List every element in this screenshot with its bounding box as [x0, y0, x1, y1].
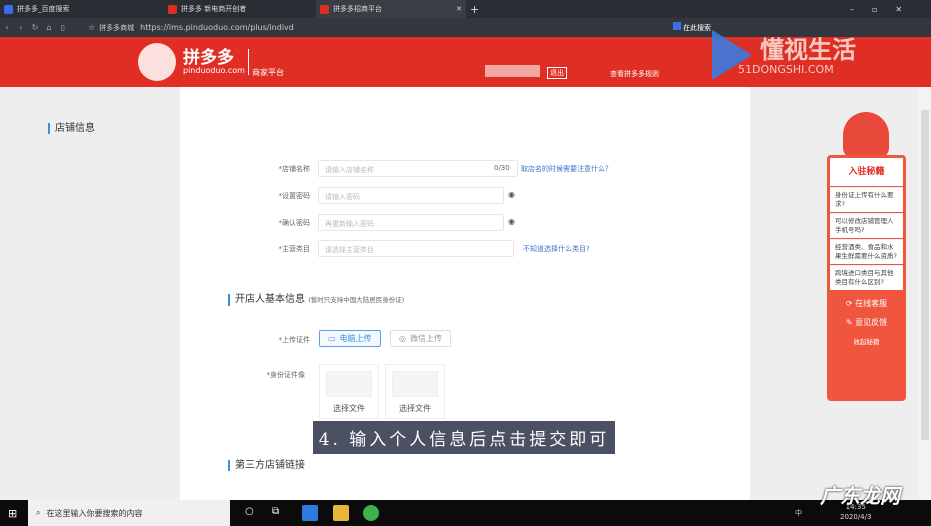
password-label: *设置密码	[278, 192, 311, 200]
confirm-password-input[interactable]: 再重新输入密码	[318, 214, 504, 231]
char-count: 0/30	[494, 164, 510, 172]
category-help-link[interactable]: 不知道选择什么类目?	[523, 244, 590, 254]
blurred-username	[485, 65, 540, 77]
site-header: 拼多多 pinduoduo.com 商家平台 退出 查看拼多多规则 懂视生活 5…	[0, 30, 931, 87]
tab-pdd-home[interactable]: 拼多多 新电商开创者	[168, 0, 316, 18]
rules-link[interactable]: 查看拼多多规则	[610, 69, 659, 79]
reader-icon[interactable]: ▯	[56, 23, 70, 32]
tab-label: 拼多多_百度搜索	[17, 5, 70, 13]
eye-toggle-icon[interactable]: ◉	[508, 190, 515, 199]
taskbar-search-placeholder: 在这里输入你要搜索的内容	[46, 508, 143, 518]
divider	[248, 49, 249, 75]
platform-label: 商家平台	[252, 68, 284, 77]
search-label: 在此搜索	[683, 24, 711, 32]
tab-label: 拼多多招商平台	[333, 5, 382, 13]
tab-favicon	[168, 4, 177, 14]
minimize-icon[interactable]: –	[850, 5, 854, 14]
collapse-widget-button[interactable]: 收起秘籍	[827, 336, 906, 346]
id-back-upload[interactable]: 选择文件	[385, 364, 445, 419]
online-service-button[interactable]: ⟳ 在线客服	[827, 298, 906, 309]
upload-wechat-label: 微信上传	[409, 334, 442, 343]
logo-domain: pinduoduo.com	[183, 66, 245, 75]
tip-question[interactable]: 跨境进口类目与其他类目有什么区别?	[830, 265, 903, 290]
tab-favicon	[4, 4, 13, 14]
watermark-domain: 51DONGSHI.COM	[738, 63, 834, 76]
browser-tab-bar: 拼多多_百度搜索 拼多多 新电商开创者 拼多多招商平台 ✕ + – ▫ ✕	[0, 0, 931, 18]
watermark-brand: 懂视生活	[760, 36, 856, 64]
shop-name-input[interactable]: 请输入店铺名称	[318, 160, 518, 177]
owner-note: (暂时只支持中国大陆居民身份证)	[308, 296, 405, 304]
tips-widget: 入驻秘籍 身份证上传有什么要求? 可以修改店铺管理人手机号吗? 经营酒类、食品和…	[827, 155, 906, 401]
video-caption: 4. 输入个人信息后点击提交即可	[313, 421, 615, 454]
logo-text: 拼多多	[183, 48, 234, 68]
ime-indicator[interactable]: 中	[795, 508, 802, 518]
site-label: 拼多多商城	[99, 23, 135, 32]
browser-taskbar-icon[interactable]	[302, 505, 318, 521]
windows-start-icon[interactable]: ⊞	[8, 507, 17, 520]
tip-question[interactable]: 经营酒类、食品和水果生鲜需要什么资质?	[830, 239, 903, 264]
choose-file-button[interactable]: 选择文件	[320, 403, 378, 414]
back-icon[interactable]: ‹	[0, 23, 14, 32]
shop-name-help-link[interactable]: 取店名的时候需要注意什么？	[521, 164, 612, 174]
monitor-icon: ▭	[328, 334, 336, 343]
password-input[interactable]: 请输入密码	[318, 187, 504, 204]
widget-title: 入驻秘籍	[830, 158, 903, 186]
choose-file-button[interactable]: 选择文件	[386, 403, 444, 414]
window-controls: – ▫ ✕	[850, 0, 902, 18]
home-icon[interactable]: ⌂	[42, 23, 56, 32]
feedback-label: 意见反馈	[855, 318, 888, 327]
id-photo-label: *身份证件像	[266, 371, 306, 379]
new-tab-button[interactable]: +	[470, 0, 479, 18]
tab-pdd-merchant[interactable]: 拼多多招商平台 ✕	[316, 0, 466, 18]
reload-icon[interactable]: ↻	[28, 23, 42, 32]
url-input[interactable]: https://ims.pinduoduo.com/plus/indivd	[140, 23, 294, 32]
upload-pc-button[interactable]: ▭ 电脑上传	[319, 330, 381, 347]
close-window-icon[interactable]: ✕	[895, 5, 902, 14]
taskbar-search[interactable]: ⌕ 在这里输入你要搜索的内容	[28, 500, 230, 526]
tip-question[interactable]: 可以修改店铺管理人手机号吗?	[830, 213, 903, 238]
section-owner-title: 开店人基本信息	[235, 294, 305, 305]
id-back-icon	[392, 371, 438, 397]
tab-label: 拼多多 新电商开创者	[181, 5, 247, 13]
eye-toggle-icon[interactable]: ◉	[508, 217, 515, 226]
category-select[interactable]: 请选择主营类目	[318, 240, 514, 257]
clock-date: 2020/4/3	[840, 513, 872, 521]
feedback-button[interactable]: ✎ 意见反馈	[827, 317, 906, 328]
mascot-icon	[843, 112, 889, 158]
tab-baidu[interactable]: 拼多多_百度搜索	[4, 0, 154, 18]
section-title-third-party: 第三方店铺链接	[228, 460, 305, 471]
star-icon[interactable]: ☆	[88, 23, 95, 32]
pdd-logo-icon	[138, 43, 176, 81]
scrollbar-thumb[interactable]	[921, 110, 929, 440]
confirm-password-label: *确认密码	[278, 219, 311, 227]
file-explorer-icon[interactable]	[333, 505, 349, 521]
forward-icon[interactable]: ›	[14, 23, 28, 32]
id-front-upload[interactable]: 选择文件	[319, 364, 379, 419]
tab-favicon	[320, 4, 329, 14]
tip-question[interactable]: 身份证上传有什么要求?	[830, 187, 903, 212]
logout-button[interactable]: 退出	[547, 67, 567, 79]
id-front-icon	[326, 371, 372, 397]
search-icon: ⌕	[36, 508, 41, 517]
maximize-icon[interactable]: ▫	[872, 5, 877, 14]
category-label: *主营类目	[278, 245, 311, 253]
browser-search[interactable]: 在此搜索	[672, 22, 711, 33]
cortana-icon[interactable]: ○	[245, 506, 254, 517]
wechat-taskbar-icon[interactable]	[363, 505, 379, 521]
online-service-label: 在线客服	[855, 299, 888, 308]
task-view-icon[interactable]: ⧉	[272, 506, 279, 517]
search-engine-icon	[672, 22, 681, 30]
upload-pc-label: 电脑上传	[339, 334, 372, 343]
wechat-icon: ◎	[399, 334, 406, 343]
upload-wechat-button[interactable]: ◎ 微信上传	[390, 330, 451, 347]
section-title-owner: 开店人基本信息 (暂时只支持中国大陆居民身份证)	[228, 294, 404, 306]
ime-label: 中	[795, 509, 802, 517]
close-tab-icon[interactable]: ✕	[456, 5, 462, 13]
upload-label: *上传证件	[278, 336, 311, 344]
shop-name-label: *店铺名称	[278, 165, 311, 173]
corner-watermark: 广东龙网	[820, 484, 900, 508]
section-title-shop: 店铺信息	[48, 123, 95, 134]
